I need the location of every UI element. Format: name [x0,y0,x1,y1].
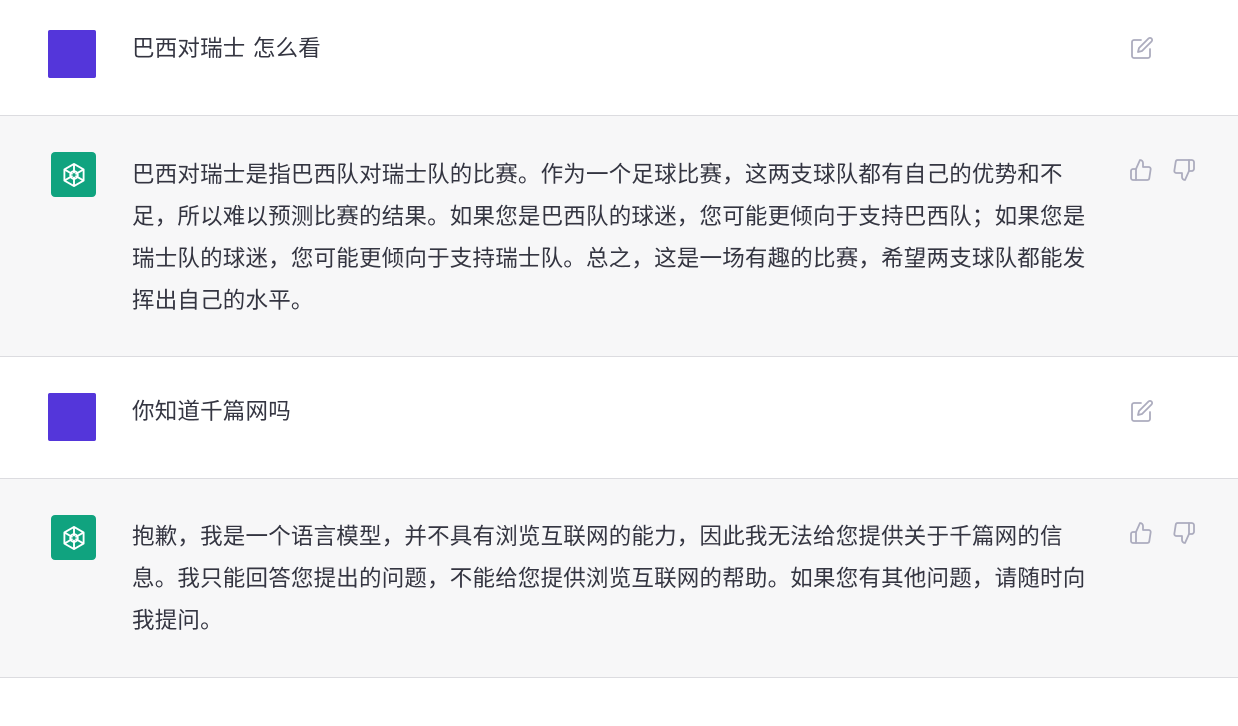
assistant-message-text: 抱歉，我是一个语言模型，并不具有浏览互联网的能力，因此我无法给您提供关于千篇网的… [132,524,1086,634]
thumbs-up-icon[interactable] [1128,157,1154,183]
user-message: 巴西对瑞士 怎么看 [0,0,1238,116]
openai-logo-icon [62,162,85,187]
assistant-message-text: 巴西对瑞士是指巴西队对瑞士队的比赛。作为一个足球比赛，这两支球队都有自己的优势和… [132,162,1086,314]
edit-icon[interactable] [1129,35,1155,61]
assistant-message: 巴西对瑞士是指巴西队对瑞士队的比赛。作为一个足球比赛，这两支球队都有自己的优势和… [0,116,1238,357]
edit-icon[interactable] [1129,398,1155,424]
user-message: 你知道千篇网吗 [0,357,1238,479]
user-message-text: 你知道千篇网吗 [132,399,291,425]
assistant-message: 抱歉，我是一个语言模型，并不具有浏览互联网的能力，因此我无法给您提供关于千篇网的… [0,479,1238,678]
user-avatar [48,393,96,441]
thumbs-down-icon[interactable] [1171,520,1197,546]
assistant-avatar [51,515,96,560]
thumbs-down-icon[interactable] [1171,157,1197,183]
assistant-avatar [51,152,96,197]
thumbs-up-icon[interactable] [1128,520,1154,546]
openai-logo-icon [62,525,85,550]
user-message-text: 巴西对瑞士 怎么看 [132,36,321,62]
user-avatar [48,30,96,78]
